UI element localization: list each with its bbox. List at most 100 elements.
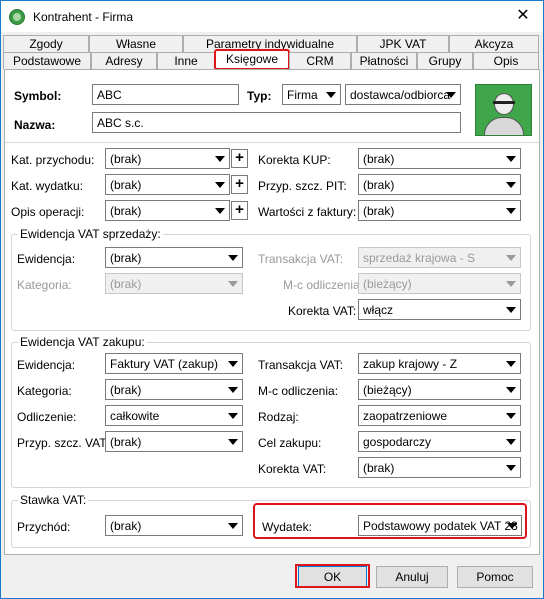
chevron-down-icon bbox=[215, 182, 225, 188]
chevron-down-icon bbox=[228, 387, 238, 393]
stawka-group-title: Stawka VAT: bbox=[18, 493, 89, 507]
help-button[interactable]: Pomoc bbox=[457, 566, 533, 588]
zakup-mc-select[interactable]: (bieżący) bbox=[358, 379, 521, 400]
ok-highlight-annotation bbox=[295, 564, 370, 588]
zakup-korekta-select[interactable]: (brak) bbox=[358, 457, 521, 478]
korekta-kup-select[interactable]: (brak) bbox=[358, 148, 521, 169]
wartosci-z-faktury-select[interactable]: (brak) bbox=[358, 200, 521, 221]
kat-przychodu-select[interactable]: (brak) bbox=[105, 148, 230, 169]
korekta-kup-value: (brak) bbox=[363, 152, 395, 166]
chevron-down-icon bbox=[506, 281, 516, 287]
zakup-ewidencja-select[interactable]: Faktury VAT (zakup) bbox=[105, 353, 243, 374]
zakup-rodzaj-select[interactable]: zaopatrzeniowe bbox=[358, 405, 521, 426]
tab-adresy[interactable]: Adresy bbox=[91, 52, 157, 69]
tab-grupy[interactable]: Grupy bbox=[417, 52, 473, 69]
add-kat-przychodu-button[interactable]: + bbox=[231, 149, 248, 168]
zakup-mc-label: M-c odliczenia: bbox=[258, 384, 339, 398]
wartosci-z-faktury-value: (brak) bbox=[363, 204, 395, 218]
stawka-przychod-label: Przychód: bbox=[17, 520, 71, 534]
contractor-avatar[interactable] bbox=[475, 84, 532, 136]
zakup-przyp-label: Przyp. szcz. VAT: bbox=[17, 436, 109, 450]
sprzedaz-kategoria-select: (brak) bbox=[105, 273, 243, 294]
role-select[interactable]: dostawca/odbiorca bbox=[345, 84, 461, 105]
tab-crm[interactable]: CRM bbox=[289, 52, 351, 69]
tab-opis[interactable]: Opis bbox=[473, 52, 539, 69]
typ-select[interactable]: Firma bbox=[282, 84, 341, 105]
chevron-down-icon bbox=[228, 361, 238, 367]
chevron-down-icon bbox=[215, 208, 225, 214]
sprzedaz-kategoria-value: (brak) bbox=[110, 277, 142, 291]
zakup-korekta-label: Korekta VAT: bbox=[258, 462, 327, 476]
opis-operacji-select[interactable]: (brak) bbox=[105, 200, 230, 221]
tab-akcyza[interactable]: Akcyza bbox=[449, 35, 539, 52]
sprzedaz-mc-value: (bieżący) bbox=[363, 277, 412, 291]
title-bar[interactable]: Kontrahent - Firma ✕ bbox=[1, 1, 543, 32]
zakup-kategoria-value: (brak) bbox=[110, 383, 142, 397]
ksiegowe-panel: Symbol: ABC Typ: Firma dostawca/odbiorca… bbox=[4, 69, 540, 555]
app-logo-icon bbox=[9, 9, 25, 25]
sprzedaz-ewidencja-label: Ewidencja: bbox=[17, 252, 76, 266]
zakup-cel-select[interactable]: gospodarczy bbox=[358, 431, 521, 452]
zakup-kategoria-label: Kategoria: bbox=[17, 384, 72, 398]
tab-platnosci[interactable]: Płatności bbox=[351, 52, 417, 69]
zakup-przyp-value: (brak) bbox=[110, 435, 142, 449]
window-title: Kontrahent - Firma bbox=[33, 10, 134, 24]
cancel-button[interactable]: Anuluj bbox=[376, 566, 448, 588]
sprzedaz-mc-label: M-c odliczenia: bbox=[283, 278, 364, 292]
chevron-down-icon bbox=[506, 413, 516, 419]
chevron-down-icon bbox=[326, 92, 336, 98]
sprzedaz-ewidencja-value: (brak) bbox=[110, 251, 142, 265]
nazwa-label: Nazwa: bbox=[14, 118, 56, 132]
zakup-przyp-select[interactable]: (brak) bbox=[105, 431, 243, 452]
przyp-szcz-pit-value: (brak) bbox=[363, 178, 395, 192]
chevron-down-icon bbox=[506, 208, 516, 214]
sprzedaz-korekta-select[interactable]: włącz bbox=[358, 299, 521, 320]
chevron-down-icon bbox=[506, 255, 516, 261]
tab-podstawowe[interactable]: Podstawowe bbox=[3, 52, 91, 69]
typ-label: Typ: bbox=[247, 89, 272, 103]
tab-ksiegowe[interactable]: Księgowe bbox=[214, 49, 290, 70]
chevron-down-icon bbox=[228, 439, 238, 445]
kat-wydatku-value: (brak) bbox=[110, 178, 142, 192]
chevron-down-icon bbox=[228, 523, 238, 529]
sprzedaz-korekta-value: włącz bbox=[363, 303, 394, 317]
zakup-kategoria-select[interactable]: (brak) bbox=[105, 379, 243, 400]
wartosci-z-faktury-label: Wartości z faktury: bbox=[258, 205, 357, 219]
sprzedaz-korekta-label: Korekta VAT: bbox=[288, 304, 357, 318]
dialog-window: Kontrahent - Firma ✕ Zgody Własne Parame… bbox=[0, 0, 544, 599]
tab-jpk-vat[interactable]: JPK VAT bbox=[357, 35, 449, 52]
tab-wlasne[interactable]: Własne bbox=[89, 35, 183, 52]
zakup-transakcja-select[interactable]: zakup krajowy - Z bbox=[358, 353, 521, 374]
tab-inne[interactable]: Inne bbox=[157, 52, 215, 69]
chevron-down-icon bbox=[506, 465, 516, 471]
chevron-down-icon bbox=[506, 439, 516, 445]
zakup-cel-value: gospodarczy bbox=[363, 435, 432, 449]
add-opis-operacji-button[interactable]: + bbox=[231, 201, 248, 220]
chevron-down-icon bbox=[506, 307, 516, 313]
chevron-down-icon bbox=[228, 255, 238, 261]
zakup-mc-value: (bieżący) bbox=[363, 383, 412, 397]
zakup-ewidencja-label: Ewidencja: bbox=[17, 358, 76, 372]
symbol-label: Symbol: bbox=[14, 89, 62, 103]
kat-przychodu-value: (brak) bbox=[110, 152, 142, 166]
nazwa-field[interactable]: ABC s.c. bbox=[92, 112, 461, 133]
przyp-szcz-pit-select[interactable]: (brak) bbox=[358, 174, 521, 195]
zakup-rodzaj-value: zaopatrzeniowe bbox=[363, 409, 448, 423]
kat-wydatku-select[interactable]: (brak) bbox=[105, 174, 230, 195]
symbol-field[interactable]: ABC bbox=[92, 84, 239, 105]
add-kat-wydatku-button[interactable]: + bbox=[231, 175, 248, 194]
role-value: dostawca/odbiorca bbox=[350, 88, 451, 102]
zakup-transakcja-value: zakup krajowy - Z bbox=[363, 357, 458, 371]
chevron-down-icon bbox=[506, 156, 516, 162]
sprzedaz-ewidencja-select[interactable]: (brak) bbox=[105, 247, 243, 268]
zakup-korekta-value: (brak) bbox=[363, 461, 395, 475]
opis-operacji-label: Opis operacji: bbox=[11, 205, 85, 219]
kat-przychodu-label: Kat. przychodu: bbox=[11, 153, 95, 167]
tab-zgody[interactable]: Zgody bbox=[3, 35, 89, 52]
zakup-odliczenie-select[interactable]: całkowite bbox=[105, 405, 243, 426]
zakup-rodzaj-label: Rodzaj: bbox=[258, 410, 299, 424]
stawka-przychod-select[interactable]: (brak) bbox=[105, 515, 243, 536]
close-button[interactable]: ✕ bbox=[511, 5, 535, 27]
sprzedaz-group-title: Ewidencja VAT sprzedaży: bbox=[18, 227, 163, 241]
chevron-down-icon bbox=[446, 92, 456, 98]
